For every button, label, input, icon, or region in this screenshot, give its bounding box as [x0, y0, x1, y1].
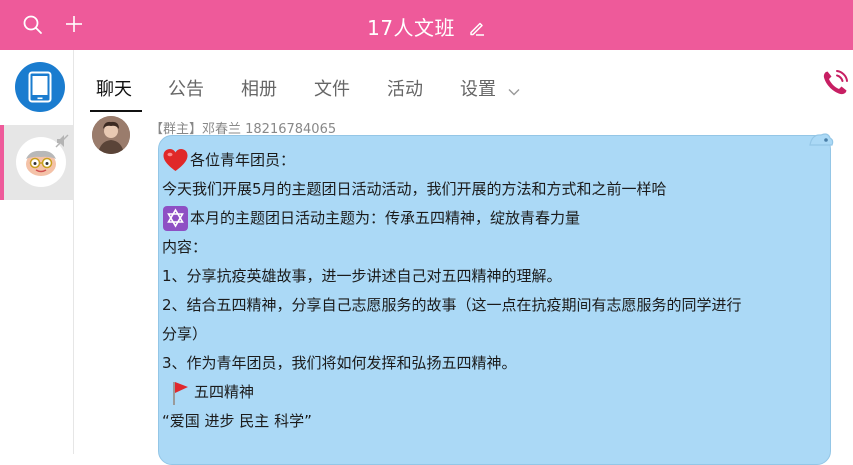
conversation-sidebar: [0, 50, 74, 454]
chevron-down-icon: [508, 80, 520, 101]
sender-avatar[interactable]: [92, 116, 130, 154]
message-line: 1、分享抗疫英雄故事，进一步讲述自己对五四精神的理解。: [162, 262, 830, 291]
message-line: 分享）: [162, 320, 830, 349]
message-text: 内容：: [162, 238, 208, 256]
phone-device-icon: [28, 71, 52, 103]
phone-call-icon[interactable]: [819, 67, 851, 99]
message-text: 分享）: [162, 325, 208, 343]
tab-activities[interactable]: 活动: [387, 75, 423, 101]
group-title: 17人文班: [0, 12, 853, 41]
tab-settings-label: 设置: [460, 79, 496, 100]
heart-icon: [162, 147, 189, 174]
message-line: 五四精神: [162, 378, 830, 407]
group-chat-item[interactable]: [0, 125, 73, 200]
selection-indicator: [0, 125, 4, 200]
message-text: 本月的主题团日活动主题为：传承五四精神，绽放青春力量: [190, 209, 581, 227]
chat-area[interactable]: 【群主】邓春兰 18216784065 各位青年团员： 今天我们开展5月的主题团…: [74, 114, 853, 465]
message-line: 本月的主题团日活动主题为：传承五四精神，绽放青春力量: [162, 204, 830, 233]
tab-album[interactable]: 相册: [241, 75, 277, 101]
message-line: 今天我们开展5月的主题团日活动活动，我们开展的方法和方式和之前一样哈: [162, 175, 830, 204]
group-title-text: 17人文班: [367, 16, 456, 40]
tab-settings[interactable]: 设置: [460, 75, 520, 101]
tab-chat[interactable]: 聊天: [96, 75, 132, 101]
message-bubble[interactable]: 各位青年团员： 今天我们开展5月的主题团日活动活动，我们开展的方法和方式和之前一…: [158, 133, 834, 465]
bubble-decoration-icon: [808, 131, 834, 157]
tab-files[interactable]: 文件: [314, 75, 350, 101]
message-line: “爱国 进步 民主 科学”: [162, 407, 830, 436]
edit-icon[interactable]: [468, 18, 486, 36]
active-tab-underline: [90, 110, 142, 112]
mute-icon: [54, 133, 70, 153]
message-text: 五四精神: [194, 383, 255, 401]
message-text: 1、分享抗疫英雄故事，进一步讲述自己对五四精神的理解。: [162, 267, 562, 285]
message-line: 3、作为青年团员，我们将如何发挥和弘扬五四精神。: [162, 349, 830, 378]
message-text: “爱国 进步 民主 科学”: [162, 412, 312, 430]
message-line: 各位青年团员：: [162, 146, 830, 175]
title-bar: 17人文班: [0, 0, 853, 50]
message-text: 今天我们开展5月的主题团日活动活动，我们开展的方法和方式和之前一样哈: [162, 180, 667, 198]
tab-announcement[interactable]: 公告: [168, 75, 204, 101]
star-of-david-icon: [162, 205, 189, 232]
my-device-item[interactable]: [15, 62, 65, 112]
message-text: 3、作为青年团员，我们将如何发挥和弘扬五四精神。: [162, 354, 517, 372]
message-line: 内容：: [162, 233, 830, 262]
message-text: 2、结合五四精神，分享自己志愿服务的故事（这一点在抗疫期间有志愿服务的同学进行: [162, 296, 742, 314]
tab-bar: 聊天 公告 相册 文件 活动 设置: [74, 50, 853, 114]
red-flag-icon: [166, 379, 193, 406]
message-line: 2、结合五四精神，分享自己志愿服务的故事（这一点在抗疫期间有志愿服务的同学进行: [162, 291, 830, 320]
message-text: 各位青年团员：: [190, 151, 296, 169]
